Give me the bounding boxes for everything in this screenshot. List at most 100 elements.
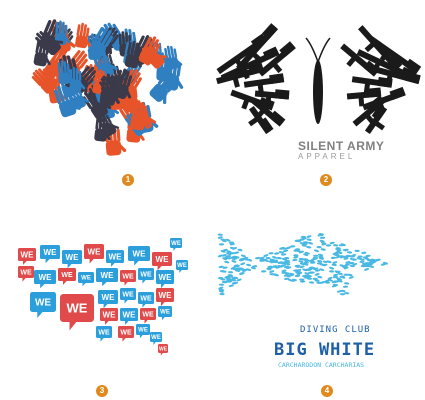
svg-text:WE: WE: [133, 249, 147, 258]
fish-shape: [263, 254, 269, 257]
fish-shape: [306, 238, 312, 241]
we-speech-bubble-usa-map: WE WE WE WE WE WE WE WE WE WE WE WE WE WE WE WE WE WE WE WE…: [18, 238, 188, 356]
fish-shape: [317, 260, 323, 263]
we-speech-bubble: WE: [156, 288, 174, 307]
svg-text:WE: WE: [109, 252, 123, 261]
svg-text:WE: WE: [159, 346, 168, 352]
fish-shape: [348, 261, 355, 265]
svg-text:WE: WE: [140, 296, 152, 303]
we-speech-bubble: WE: [136, 324, 150, 339]
antenna: [305, 37, 319, 63]
number-badge: 1: [122, 174, 134, 186]
svg-text:WE: WE: [20, 270, 32, 277]
we-speech-bubble: WE: [34, 270, 56, 289]
svg-text:WE: WE: [88, 247, 102, 256]
we-speech-bubble: WE: [58, 268, 76, 285]
we-speech-bubble: WE: [40, 245, 60, 264]
fish-shape: [329, 266, 335, 270]
svg-text:WE: WE: [44, 248, 58, 257]
we-speech-bubble: WE: [156, 270, 174, 289]
fish-shape: [306, 235, 312, 238]
fish-shape: [240, 262, 246, 266]
svg-text:WE: WE: [35, 298, 51, 309]
svg-text:WE: WE: [102, 293, 116, 302]
number-badge: 4: [321, 385, 333, 397]
brand-title: SILENT ARMY: [298, 139, 385, 153]
we-speech-bubble: WE: [120, 270, 136, 286]
fish-shape: [329, 270, 335, 273]
fish-shape: [231, 260, 237, 263]
fish-shape: [274, 252, 280, 255]
fish-shape: [317, 275, 323, 279]
fish-shape: [313, 254, 319, 257]
svg-text:WE: WE: [21, 250, 35, 259]
fish-shape: [300, 280, 306, 283]
we-speech-bubble: WE: [78, 272, 94, 287]
we-speech-bubble: WE: [60, 294, 94, 331]
hands-heart-logo: [31, 19, 184, 156]
svg-text:WE: WE: [122, 292, 134, 299]
fish-shape: [272, 256, 278, 259]
svg-text:WE: WE: [103, 310, 117, 319]
we-speech-bubble: WE: [140, 308, 156, 324]
we-speech-bubble: WE: [96, 326, 112, 342]
fish-shape: [299, 278, 305, 281]
we-speech-bubble: WE: [106, 250, 124, 267]
logo-cell-3: WE WE WE WE WE WE WE WE WE WE WE WE WE WE WE WE WE WE WE WE…: [0, 200, 212, 400]
svg-text:WE: WE: [177, 263, 187, 269]
fish-shape: [281, 253, 287, 256]
we-speech-bubble: WE: [158, 306, 172, 321]
svg-text:WE: WE: [120, 330, 132, 337]
logo-cell-1: 1: [0, 0, 212, 200]
fish-shape: [269, 270, 275, 273]
fish-shape: [246, 263, 252, 267]
we-speech-bubble: WE: [18, 266, 34, 282]
fish-shape: [268, 252, 274, 255]
logo-cell-4: DIVING CLUB BIG WHITE CARCHARODON CARCHA…: [212, 200, 425, 400]
fish-shape: [329, 241, 335, 245]
fish-shape: [309, 281, 315, 284]
fish-shape: [331, 263, 337, 267]
fish-shape: [325, 244, 332, 247]
we-speech-bubble: WE: [128, 246, 150, 266]
we-speech-bubble: WE: [138, 268, 154, 284]
shark-fish-school-icon: [217, 233, 388, 296]
number-badge: 3: [96, 385, 108, 397]
we-speech-bubble: WE: [62, 250, 82, 269]
we-speech-bubble: WE: [158, 344, 168, 356]
we-speech-bubble: WE: [152, 252, 172, 271]
svg-text:WE: WE: [39, 273, 53, 282]
fish-shape: [359, 260, 365, 263]
fish-shape: [343, 248, 349, 252]
svg-text:WE: WE: [159, 291, 173, 300]
svg-text:WE: WE: [66, 253, 80, 262]
fish-shape: [219, 292, 225, 296]
butterfly-body: [313, 60, 323, 124]
fish-shape: [307, 241, 314, 245]
fish-shape: [246, 268, 251, 272]
we-speech-bubble: WE: [120, 288, 136, 304]
we-speech-bubble: WE: [138, 292, 154, 308]
svg-text:WE: WE: [61, 272, 73, 279]
svg-text:WE: WE: [122, 274, 134, 281]
we-speech-bubble: WE: [120, 308, 138, 325]
fish-shape: [303, 261, 309, 264]
fish-shape: [346, 251, 353, 254]
club-label: DIVING CLUB: [300, 325, 371, 335]
rifle-shape: [248, 105, 274, 135]
we-speech-bubble: WE: [118, 326, 134, 342]
fish-shape: [224, 260, 230, 264]
brand-subtitle: APPAREL: [298, 152, 356, 161]
svg-text:WE: WE: [101, 271, 115, 280]
fish-shape: [361, 251, 367, 254]
svg-text:WE: WE: [142, 312, 154, 319]
fish-shape: [255, 256, 261, 260]
svg-text:WE: WE: [171, 241, 181, 247]
fish-shape: [261, 270, 267, 273]
species-label: CARCHARODON CARCHARIAS: [278, 361, 365, 369]
fish-shape: [348, 276, 354, 279]
fish-shape: [342, 285, 349, 288]
fish-shape: [320, 248, 326, 251]
fish-shape: [316, 245, 322, 249]
fish-shape: [227, 271, 234, 274]
